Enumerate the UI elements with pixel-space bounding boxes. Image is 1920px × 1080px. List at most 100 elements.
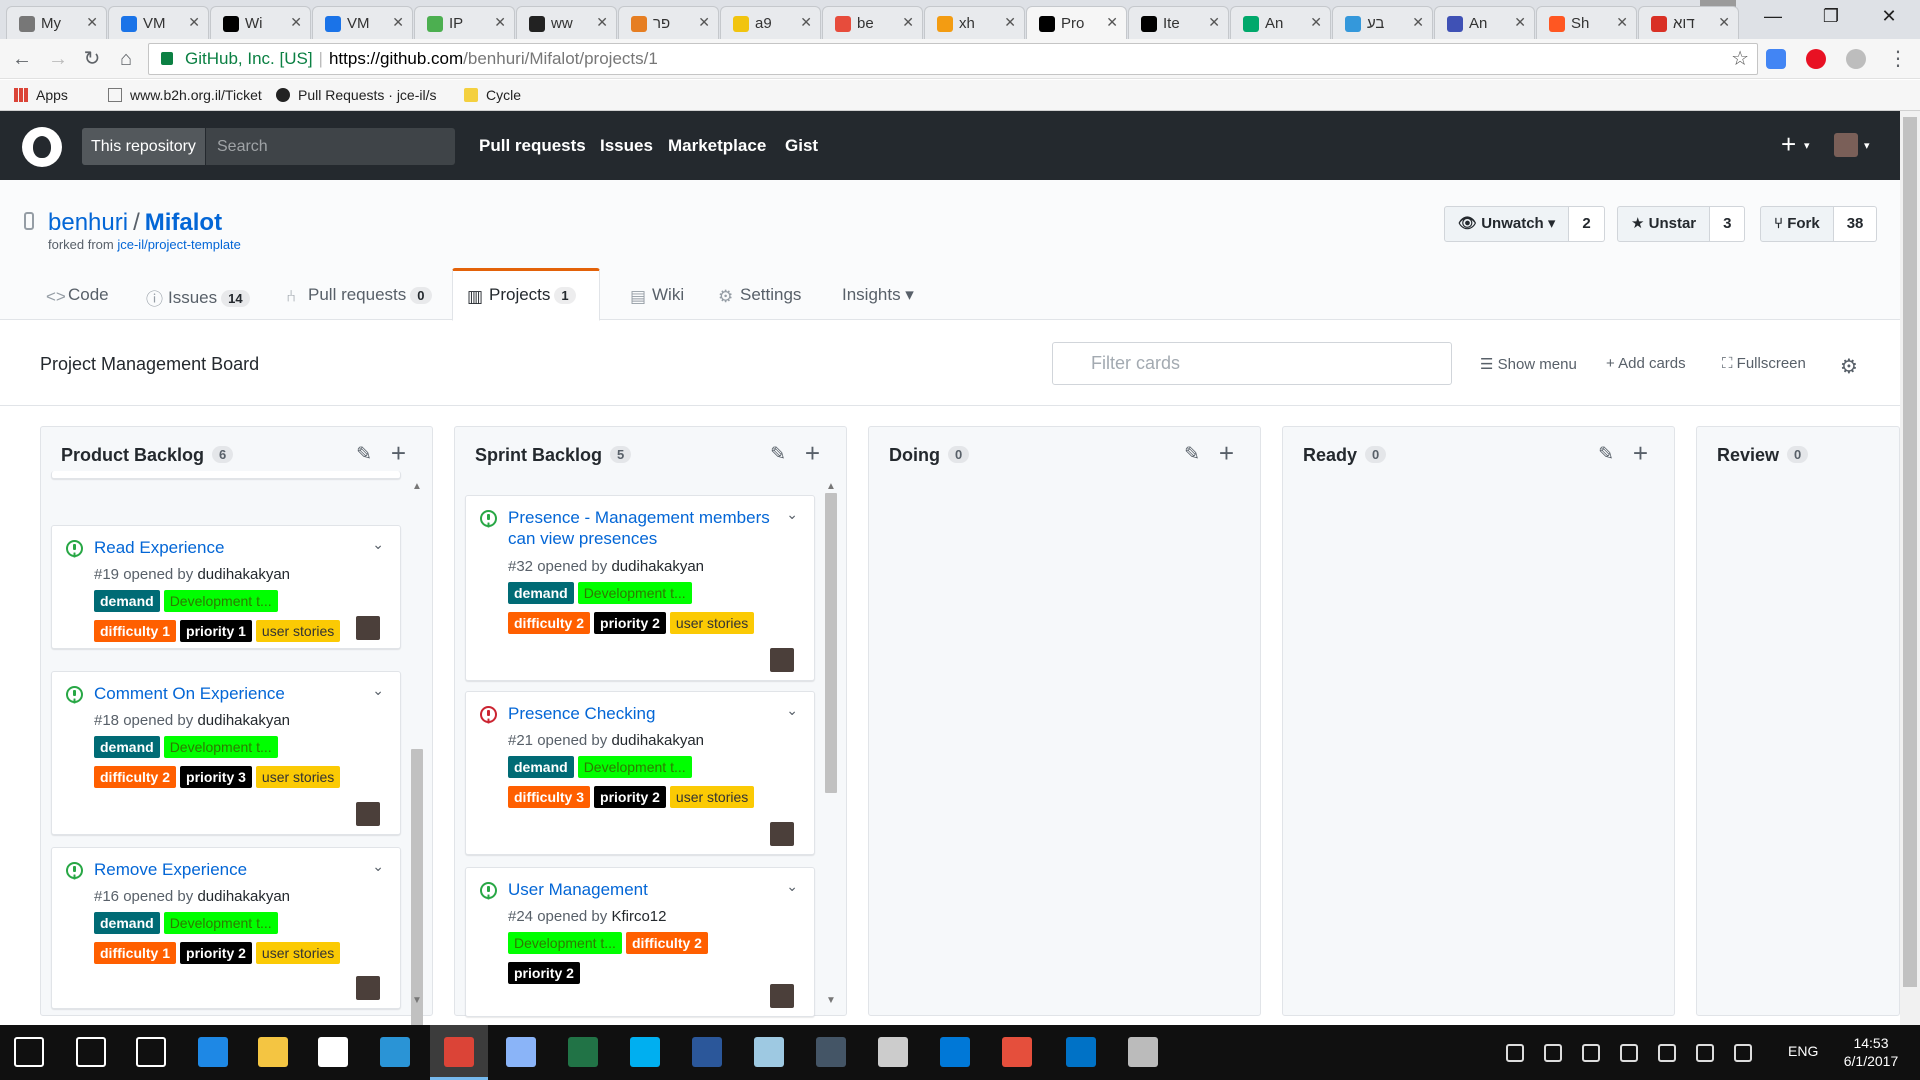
create-new-icon[interactable]: + (1781, 129, 1796, 160)
store-icon[interactable] (318, 1037, 348, 1067)
close-tab-icon[interactable]: ✕ (290, 14, 302, 31)
reload-button[interactable]: ↻ (78, 45, 106, 73)
issue-title-link[interactable]: Read Experience (94, 537, 364, 558)
issue-label[interactable]: Development t... (163, 912, 278, 934)
dropbox-icon[interactable] (1544, 1044, 1562, 1062)
tab-wiki[interactable]: ▤ Wiki (616, 268, 698, 321)
assignee-avatar[interactable] (356, 802, 380, 826)
issue-card[interactable]: Presence - Management members can view p… (465, 495, 815, 681)
issue-author[interactable]: dudihakakyan (611, 558, 704, 575)
tab-settings[interactable]: ⚙ Settings (704, 268, 815, 321)
user-avatar[interactable] (1834, 133, 1858, 157)
search-input[interactable] (209, 128, 455, 165)
issue-label[interactable]: demand (94, 736, 160, 758)
browser-tab[interactable]: be ✕ (822, 6, 923, 39)
issue-label[interactable]: difficulty 1 (94, 620, 177, 642)
bookmark-pull-requests[interactable]: Pull Requests · jce-il/s (276, 87, 437, 103)
issue-label[interactable]: priority 3 (180, 766, 252, 788)
opera-icon[interactable] (1806, 49, 1826, 69)
filter-cards-input[interactable] (1052, 342, 1452, 385)
app-icon[interactable] (754, 1037, 784, 1067)
close-tab-icon[interactable]: ✕ (1106, 14, 1118, 31)
terminal-icon[interactable] (878, 1037, 908, 1067)
browser-tab[interactable]: An ✕ (1230, 6, 1331, 39)
close-tab-icon[interactable]: ✕ (1310, 14, 1322, 31)
input-language[interactable]: ENG (1788, 1043, 1818, 1059)
browser-tab[interactable]: An ✕ (1434, 6, 1535, 39)
address-bar[interactable]: GitHub, Inc. [US] | https://github.com/ben… (148, 43, 1758, 75)
chevron-down-icon[interactable]: ⌄ (372, 858, 384, 875)
close-tab-icon[interactable]: ✕ (1718, 14, 1730, 31)
fullscreen-button[interactable]: ⛶ Fullscreen (1722, 355, 1806, 372)
close-tab-icon[interactable]: ✕ (800, 14, 812, 31)
issue-label[interactable]: priority 2 (180, 942, 252, 964)
back-button[interactable]: ← (8, 45, 36, 73)
issue-label[interactable]: Development t... (508, 932, 622, 954)
scroll-down-icon[interactable]: ▼ (826, 995, 836, 1006)
issue-label[interactable]: difficulty 2 (508, 612, 591, 634)
keyboard-icon[interactable] (1734, 1044, 1752, 1062)
add-card-icon[interactable]: + (1219, 438, 1234, 469)
tab-issues[interactable]: ⓘ Issues 14 (132, 268, 264, 321)
issue-title-link[interactable]: Remove Experience (94, 859, 364, 880)
add-card-icon[interactable]: + (391, 438, 406, 469)
pencil-icon[interactable]: ✎ (356, 443, 372, 466)
excel-icon[interactable] (568, 1037, 598, 1067)
gear-icon[interactable]: ⚙ (1840, 354, 1858, 379)
close-tab-icon[interactable]: ✕ (1004, 14, 1016, 31)
unstar-button[interactable]: ★ Unstar (1617, 206, 1711, 242)
browser-tab[interactable]: a9 ✕ (720, 6, 821, 39)
issue-label[interactable]: difficulty 3 (508, 786, 591, 808)
chrome-icon[interactable] (444, 1037, 474, 1067)
issue-label[interactable]: difficulty 2 (94, 766, 177, 788)
close-tab-icon[interactable]: ✕ (86, 14, 98, 31)
start-icon[interactable] (14, 1037, 44, 1067)
chrome-menu-icon[interactable]: ⋮ (1884, 45, 1912, 73)
add-cards-button[interactable]: + Add cards (1606, 355, 1686, 372)
issue-card[interactable]: Presence Checking ⌄ #21 opened by dudiha… (465, 691, 815, 855)
close-tab-icon[interactable]: ✕ (494, 14, 506, 31)
issue-author[interactable]: dudihakakyan (197, 888, 290, 905)
pencil-icon[interactable]: ✎ (770, 443, 786, 466)
translate-icon[interactable] (1766, 49, 1786, 69)
column-scrollbar[interactable]: ▲ ▼ (824, 481, 838, 1006)
show-menu-button[interactable]: ☰ Show menu (1480, 355, 1577, 373)
restore-button[interactable]: ❐ (1802, 0, 1860, 32)
scroll-up-icon[interactable]: ▲ (826, 481, 836, 492)
chevron-down-icon[interactable]: ⌄ (786, 878, 798, 895)
close-tab-icon[interactable]: ✕ (902, 14, 914, 31)
search-icon[interactable] (76, 1037, 106, 1067)
close-window-button[interactable]: ✕ (1860, 0, 1918, 32)
browser-tab[interactable]: VM ✕ (312, 6, 413, 39)
skype-ext-icon[interactable] (1846, 49, 1866, 69)
tab-insights[interactable]: Insights ▾ (828, 268, 928, 321)
issue-label[interactable]: demand (94, 590, 160, 612)
browser-tab[interactable]: xh ✕ (924, 6, 1025, 39)
issue-author[interactable]: dudihakakyan (197, 712, 290, 729)
skype-icon[interactable] (630, 1037, 660, 1067)
stargazers-count[interactable]: 3 (1710, 206, 1746, 242)
file-explorer-icon[interactable] (258, 1037, 288, 1067)
wifi-icon[interactable] (1620, 1044, 1638, 1062)
column-scroll-thumb[interactable] (411, 749, 423, 1025)
bookmark-cycle[interactable]: Cycle (464, 87, 521, 103)
task-view-icon[interactable] (136, 1037, 166, 1067)
issue-label[interactable]: difficulty 2 (625, 932, 708, 954)
tab-pull-requests[interactable]: ⑃ Pull requests 0 (272, 268, 446, 321)
browser-tab[interactable]: פר ✕ (618, 6, 719, 39)
close-tab-icon[interactable]: ✕ (596, 14, 608, 31)
assignee-avatar[interactable] (356, 976, 380, 1000)
issue-label[interactable]: priority 2 (594, 612, 666, 634)
issue-label[interactable]: Development t... (163, 736, 278, 758)
browser-tab[interactable]: Pro ✕ (1026, 6, 1127, 39)
word-icon[interactable] (692, 1037, 722, 1067)
issue-title-link[interactable]: Comment On Experience (94, 683, 364, 704)
home-button[interactable]: ⌂ (112, 45, 140, 73)
issue-label[interactable]: user stories (255, 620, 341, 642)
close-tab-icon[interactable]: ✕ (1616, 14, 1628, 31)
issue-label[interactable]: Development t... (163, 590, 278, 612)
close-tab-icon[interactable]: ✕ (1208, 14, 1220, 31)
tab-code[interactable]: <> Code (32, 268, 123, 321)
close-tab-icon[interactable]: ✕ (698, 14, 710, 31)
chevron-down-icon[interactable]: ⌄ (786, 506, 798, 523)
